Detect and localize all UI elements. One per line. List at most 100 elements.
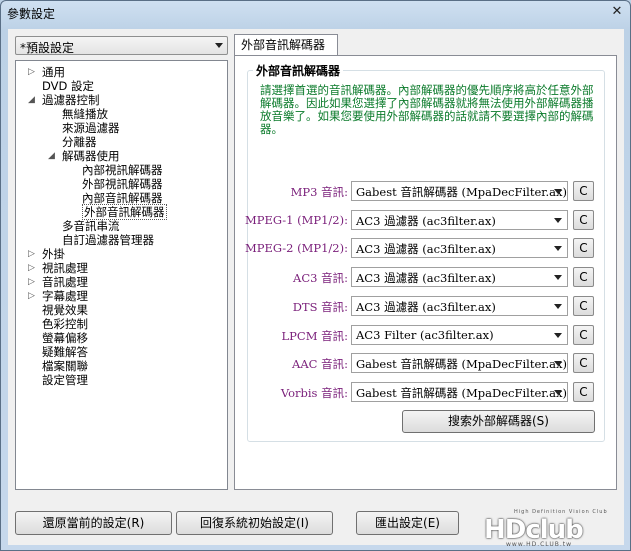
- tree-expander-icon[interactable]: ◢: [28, 93, 38, 107]
- decoder-config-button[interactable]: C: [573, 209, 594, 230]
- tree-item-label: 多音訊串流: [62, 219, 120, 233]
- decoder-select[interactable]: Gabest 音訊解碼器 (MpaDecFilter.ax): [351, 181, 568, 201]
- decoder-select-value: AC3 過濾器 (ac3filter.ax): [356, 242, 496, 257]
- tree-item[interactable]: DVD 設定: [42, 79, 94, 93]
- tree-item[interactable]: 自訂過濾器管理器: [62, 233, 154, 247]
- tree-item[interactable]: ▷ 音訊處理: [28, 275, 88, 289]
- chevron-down-icon: [554, 246, 562, 252]
- tree-item[interactable]: ◢ 過濾器控制: [28, 93, 100, 107]
- reset-defaults-button[interactable]: 回復系統初始設定(I): [176, 511, 333, 535]
- decoder-select-value: Gabest 音訊解碼器 (MpaDecFilter.ax): [356, 185, 567, 199]
- decoder-select-value: Gabest 音訊解碼器 (MpaDecFilter.ax): [356, 357, 567, 372]
- decoder-select[interactable]: AC3 過濾器 (ac3filter.ax): [351, 238, 568, 259]
- tree-item-label: 內部音訊解碼器: [82, 191, 163, 205]
- tree-item-label: 通用: [42, 65, 65, 79]
- decoder-select-value: AC3 Filter (ac3filter.ax): [356, 327, 494, 342]
- close-icon[interactable]: ✕: [610, 5, 624, 19]
- decoder-label: AC3 音訊:: [293, 271, 348, 286]
- tree-item[interactable]: 視覺效果: [42, 303, 88, 317]
- decoder-group: 外部音訊解碼器 請選擇首選的音訊解碼器。內部解碼器的優先順序將高於任意外部解碼器…: [244, 62, 605, 442]
- decoder-config-button[interactable]: C: [573, 324, 594, 345]
- settings-window: 參數設定 ✕ *預設設定 ▷ 通用 DVD 設定 ◢ 過濾器控制 無縫播放 來源過濾器 分離器…: [0, 0, 631, 551]
- tree-item-label: 音訊處理: [42, 275, 88, 289]
- tab-external-audio-decoder[interactable]: 外部音訊解碼器: [234, 34, 338, 56]
- tree-item-label: 來源過濾器: [62, 121, 120, 135]
- tree-item[interactable]: ▷ 字幕處理: [28, 289, 88, 303]
- tree-item[interactable]: 多音訊串流: [62, 219, 120, 233]
- decoder-select[interactable]: AC3 Filter (ac3filter.ax): [351, 324, 568, 345]
- tree-expander-icon[interactable]: ▷: [28, 261, 38, 275]
- chevron-down-icon: [554, 189, 562, 194]
- tree-item[interactable]: 檔案關聯: [42, 359, 88, 373]
- tree-item[interactable]: ▷ 視訊處理: [28, 261, 88, 275]
- watermark-url: www.HD.CLUB.tw: [506, 541, 573, 548]
- tree-item-label: 視訊處理: [42, 261, 88, 275]
- tree-expander-icon[interactable]: ▷: [28, 289, 38, 303]
- tree-expander-icon[interactable]: ▷: [28, 275, 38, 289]
- tree-item-label: 無縫播放: [62, 107, 108, 121]
- export-settings-button[interactable]: 匯出設定(E): [356, 511, 459, 535]
- decoder-label: Vorbis 音訊:: [280, 385, 348, 400]
- tree-expander-icon[interactable]: ◢: [48, 149, 58, 163]
- decoder-config-button[interactable]: C: [573, 295, 594, 316]
- tree-item[interactable]: 螢幕偏移: [42, 331, 88, 345]
- tree-item[interactable]: 內部音訊解碼器: [82, 191, 163, 205]
- tree-item[interactable]: 疑難解答: [42, 345, 88, 359]
- preset-value: *預設設定: [20, 41, 75, 55]
- decoder-select[interactable]: AC3 過濾器 (ac3filter.ax): [351, 209, 568, 230]
- decoder-config-button[interactable]: C: [573, 238, 594, 259]
- tree-item[interactable]: 內部視訊解碼器: [82, 163, 163, 177]
- decoder-select[interactable]: AC3 過濾器 (ac3filter.ax): [351, 267, 568, 288]
- decoder-select-value: Gabest 音訊解碼器 (MpaDecFilter.ax): [356, 385, 567, 400]
- group-title: 外部音訊解碼器: [253, 62, 344, 79]
- tree-item-label: 內部視訊解碼器: [82, 163, 163, 177]
- window-title: 參數設定: [7, 7, 56, 21]
- tree-item[interactable]: 色彩控制: [42, 317, 88, 331]
- tree-item-label: 過濾器控制: [42, 93, 100, 107]
- tree-item-label: DVD 設定: [42, 79, 95, 93]
- decoder-config-button[interactable]: C: [573, 267, 594, 288]
- tree-item[interactable]: 來源過濾器: [62, 121, 120, 135]
- watermark: High Definition Vision Club HDclub www.H…: [484, 509, 624, 548]
- chevron-down-icon: [215, 43, 223, 48]
- tree-item-label: 檔案關聯: [42, 359, 88, 373]
- tree-item-label: 外部音訊解碼器: [82, 204, 167, 220]
- decoder-config-button[interactable]: C: [573, 353, 594, 374]
- tree-item-label: 視覺效果: [42, 303, 88, 317]
- decoder-label: MP3 音訊:: [290, 185, 348, 199]
- decoder-label: AAC 音訊:: [292, 357, 348, 372]
- tree-item-label: 色彩控制: [42, 317, 88, 331]
- tree-item[interactable]: 外部視訊解碼器: [82, 177, 163, 191]
- restore-settings-button[interactable]: 還原當前的設定(R): [15, 511, 172, 535]
- decoder-config-button[interactable]: C: [573, 381, 594, 402]
- decoder-config-button[interactable]: C: [573, 181, 594, 201]
- chevron-down-icon: [554, 217, 562, 223]
- settings-tree[interactable]: ▷ 通用 DVD 設定 ◢ 過濾器控制 無縫播放 來源過濾器 分離器 ◢ 解碼器使用 內部視訊解碼器…: [15, 60, 228, 490]
- tree-expander-icon[interactable]: ▷: [28, 247, 38, 261]
- tree-item[interactable]: 分離器: [62, 135, 97, 149]
- decoder-label: MPEG-1 (MP1/2):: [244, 212, 348, 227]
- decoder-select[interactable]: Gabest 音訊解碼器 (MpaDecFilter.ax): [351, 381, 568, 402]
- decoder-select-value: AC3 過濾器 (ac3filter.ax): [356, 213, 496, 228]
- chevron-down-icon: [554, 389, 562, 395]
- tree-item[interactable]: ▷ 外掛: [28, 247, 65, 261]
- decoder-select-value: AC3 過濾器 (ac3filter.ax): [356, 271, 496, 286]
- tree-item[interactable]: 外部音訊解碼器: [82, 204, 167, 220]
- tree-item-label: 螢幕偏移: [42, 331, 88, 345]
- tree-item-label: 解碼器使用: [62, 149, 120, 163]
- tree-item[interactable]: 無縫播放: [62, 107, 108, 121]
- tree-item[interactable]: ◢ 解碼器使用: [48, 149, 120, 163]
- search-external-decoders-button[interactable]: 搜索外部解碼器(S): [402, 410, 595, 433]
- decoder-select[interactable]: Gabest 音訊解碼器 (MpaDecFilter.ax): [351, 353, 568, 374]
- tree-expander-icon[interactable]: ▷: [28, 65, 38, 79]
- settings-panel: 外部音訊解碼器 請選擇首選的音訊解碼器。內部解碼器的優先順序將高於任意外部解碼器…: [234, 55, 617, 490]
- tree-item[interactable]: ▷ 通用: [28, 65, 65, 79]
- preset-dropdown[interactable]: *預設設定: [15, 36, 228, 55]
- tree-item-label: 自訂過濾器管理器: [62, 233, 154, 247]
- chevron-down-icon: [554, 332, 562, 338]
- decoder-label: DTS 音訊:: [292, 299, 348, 314]
- decoder-select[interactable]: AC3 過濾器 (ac3filter.ax): [351, 295, 568, 316]
- tree-item[interactable]: 設定管理: [42, 373, 88, 387]
- decoder-select-value: AC3 過濾器 (ac3filter.ax): [356, 299, 496, 314]
- chevron-down-icon: [554, 361, 562, 367]
